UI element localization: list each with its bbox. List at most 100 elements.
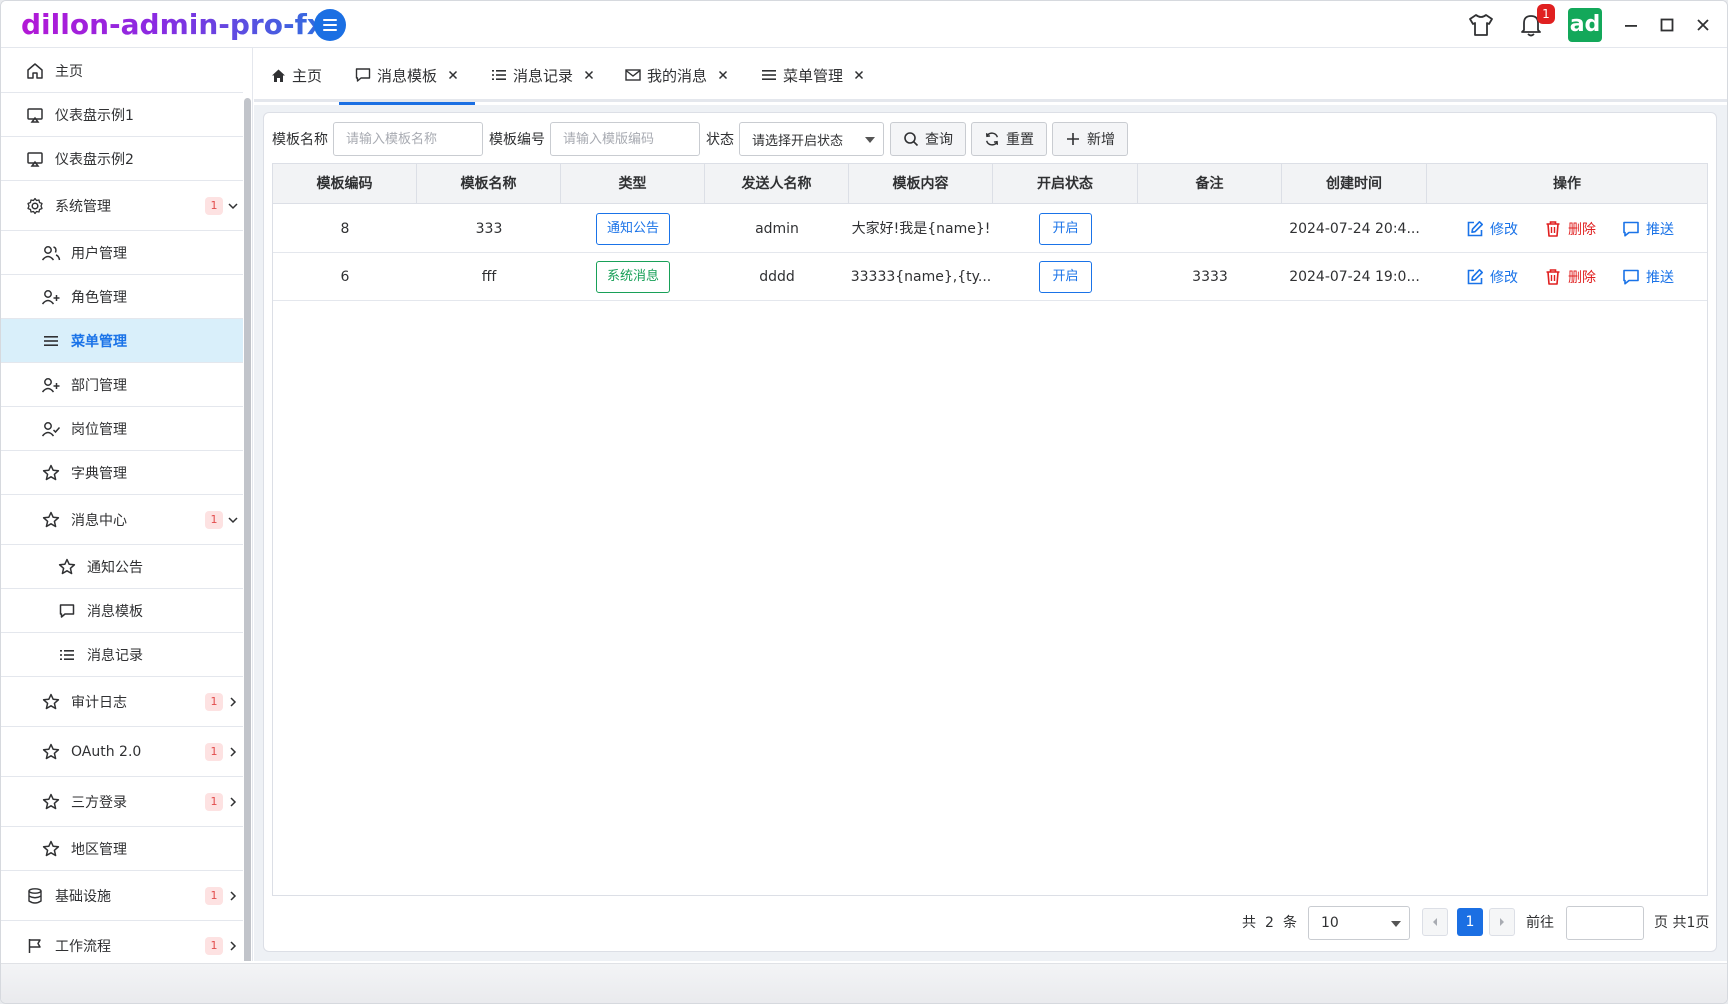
sidebar-item-dashboard1[interactable]: 仪表盘示例1	[1, 93, 243, 137]
table-row[interactable]: 8 333 通知公告 admin 大家好!我是{name}! 开启 2024-0…	[273, 205, 1707, 253]
tab-message-records[interactable]: 消息记录	[491, 48, 595, 102]
cell-type: 系统消息	[561, 253, 705, 301]
sidebar-item-message-center[interactable]: 消息中心 1	[1, 495, 243, 545]
col-header[interactable]: 创建时间	[1282, 164, 1427, 204]
monitor-icon	[25, 105, 45, 125]
cell-content: 33333{name},{ty...	[850, 269, 992, 285]
menu-toggle-button[interactable]	[314, 9, 346, 41]
template-code-input[interactable]	[550, 122, 700, 156]
reset-button[interactable]: 重置	[971, 122, 1047, 156]
col-header[interactable]: 模板内容	[849, 164, 993, 204]
sidebar-item-notices[interactable]: 通知公告	[1, 545, 243, 589]
goto-label: 前往	[1526, 915, 1554, 931]
sidebar-item-menus[interactable]: 菜单管理	[1, 319, 243, 363]
minimize-button[interactable]	[1617, 11, 1645, 39]
sidebar-item-label: 消息中心	[71, 512, 127, 529]
sidebar-item-label: 系统管理	[55, 198, 111, 215]
col-header[interactable]: 类型	[561, 164, 705, 204]
page-suffix: 页 共1页	[1654, 915, 1710, 931]
status-tag: 开启	[1039, 261, 1092, 293]
close-icon[interactable]	[583, 69, 595, 81]
tab-home[interactable]: 主页	[270, 48, 322, 102]
sidebar-item-dashboard2[interactable]: 仪表盘示例2	[1, 137, 243, 181]
sidebar-item-oauth[interactable]: OAuth 2.0 1	[1, 727, 243, 777]
sidebar-item-third-party-login[interactable]: 三方登录 1	[1, 777, 243, 827]
tab-my-messages[interactable]: 我的消息	[625, 48, 729, 102]
maximize-button[interactable]	[1653, 11, 1681, 39]
next-page-button[interactable]	[1489, 908, 1515, 936]
theme-skin-button[interactable]	[1465, 9, 1497, 41]
edit-button[interactable]: 修改	[1466, 253, 1518, 301]
query-button[interactable]: 查询	[890, 122, 966, 156]
page-size-value: 10	[1321, 915, 1339, 931]
caret-down-icon	[865, 137, 875, 143]
close-icon[interactable]	[853, 69, 865, 81]
sidebar: 主页 仪表盘示例1 仪表盘示例2 系统管理 1 用户管理 角色管理 菜单管理 部…	[1, 48, 253, 961]
sidebar-item-workflow[interactable]: 工作流程 1	[1, 921, 243, 961]
col-header[interactable]: 发送人名称	[705, 164, 849, 204]
type-tag: 通知公告	[595, 213, 670, 245]
col-header[interactable]: 模板名称	[417, 164, 561, 204]
chat-icon	[1622, 220, 1640, 238]
chevron-right-icon	[227, 940, 239, 952]
edit-button[interactable]: 修改	[1466, 205, 1518, 253]
pagination-total-suffix: 条	[1283, 915, 1297, 931]
col-header[interactable]: 模板编码	[273, 164, 417, 204]
push-button[interactable]: 推送	[1622, 253, 1674, 301]
cell-created: 2024-07-24 20:4...	[1289, 221, 1420, 237]
status-select[interactable]: 请选择开启状态	[739, 122, 884, 156]
cell-status: 开启	[993, 253, 1138, 301]
app-header: dillon-admin-pro-fx 1 ad	[1, 1, 1727, 48]
query-button-label: 查询	[925, 132, 953, 148]
star-icon	[41, 510, 61, 530]
tab-menu-management[interactable]: 菜单管理	[761, 48, 865, 102]
star-icon	[41, 463, 61, 483]
sidebar-item-infra[interactable]: 基础设施 1	[1, 871, 243, 921]
nav-badge: 1	[205, 792, 223, 811]
edit-icon	[1466, 220, 1484, 238]
search-icon	[903, 131, 919, 147]
avatar[interactable]: ad	[1568, 8, 1602, 42]
sidebar-item-msg-records[interactable]: 消息记录	[1, 633, 243, 677]
maximize-icon	[1660, 18, 1674, 32]
monitor-icon	[25, 149, 45, 169]
delete-button[interactable]: 删除	[1544, 253, 1596, 301]
delete-button[interactable]: 删除	[1544, 205, 1596, 253]
sidebar-item-users[interactable]: 用户管理	[1, 231, 243, 275]
pagination-total-prefix: 共	[1242, 915, 1256, 931]
nav-badge: 1	[205, 692, 223, 711]
prev-page-button[interactable]	[1422, 908, 1448, 936]
sidebar-item-dict[interactable]: 字典管理	[1, 451, 243, 495]
sidebar-item-system[interactable]: 系统管理 1	[1, 181, 243, 231]
sidebar-item-posts[interactable]: 岗位管理	[1, 407, 243, 451]
sidebar-item-roles[interactable]: 角色管理	[1, 275, 243, 319]
sidebar-item-home[interactable]: 主页	[1, 50, 243, 93]
sidebar-scrollbar[interactable]	[244, 98, 251, 961]
sidebar-item-depts[interactable]: 部门管理	[1, 363, 243, 407]
close-icon[interactable]	[447, 69, 459, 81]
page-number-1[interactable]: 1	[1457, 908, 1483, 936]
star-icon	[41, 692, 61, 712]
col-header[interactable]: 开启状态	[993, 164, 1138, 204]
goto-page-input[interactable]	[1566, 906, 1644, 940]
template-name-input[interactable]	[333, 122, 483, 156]
close-icon[interactable]	[717, 69, 729, 81]
sidebar-item-label: 审计日志	[71, 694, 127, 711]
page-size-select[interactable]: 10	[1308, 906, 1410, 940]
edit-label: 修改	[1490, 270, 1518, 286]
hamburger-icon	[323, 19, 337, 31]
close-window-button[interactable]	[1689, 11, 1717, 39]
push-button[interactable]: 推送	[1622, 205, 1674, 253]
tab-message-templates[interactable]: 消息模板	[339, 48, 476, 105]
cell-created: 2024-07-24 19:0...	[1289, 269, 1420, 285]
col-header[interactable]: 备注	[1138, 164, 1282, 204]
sidebar-item-msg-templates[interactable]: 消息模板	[1, 589, 243, 633]
sidebar-item-label: 主页	[55, 64, 83, 80]
sidebar-item-audit[interactable]: 审计日志 1	[1, 677, 243, 727]
cell-sender: admin	[755, 221, 799, 237]
table-row[interactable]: 6 fff 系统消息 dddd 33333{name},{ty... 开启 33…	[273, 253, 1707, 301]
chevron-right-icon	[227, 696, 239, 708]
sidebar-item-regions[interactable]: 地区管理	[1, 827, 243, 871]
col-header[interactable]: 操作	[1427, 164, 1707, 204]
add-button[interactable]: 新增	[1052, 122, 1128, 156]
